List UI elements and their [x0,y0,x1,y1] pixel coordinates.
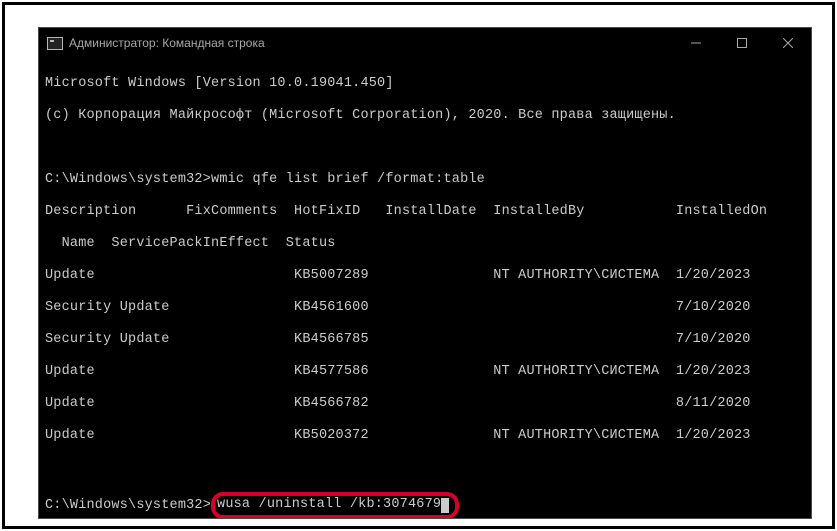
minimize-button[interactable] [673,28,719,58]
table-row: Update KB4566782 8/11/2020 [45,396,805,412]
blank-line [45,348,805,364]
table-header-2: Name ServicePackInEffect Status [45,236,805,252]
blank-line [45,284,805,300]
close-button[interactable] [765,28,811,58]
blank-line [45,140,805,156]
maximize-button[interactable] [719,28,765,58]
cmd-icon [47,37,63,50]
console-area[interactable]: Microsoft Windows [Version 10.0.19041.45… [39,58,811,518]
prompt-line-1: C:\Windows\system32>wmic qfe list brief … [45,172,805,188]
version-line: Microsoft Windows [Version 10.0.19041.45… [45,76,805,92]
prompt-path: C:\Windows\system32> [45,172,211,187]
command-text: wusa /uninstall /kb:3074679 [217,496,441,514]
window-title: Администратор: Командная строка [69,36,265,50]
highlighted-command: wusa /uninstall /kb:3074679 [211,492,459,518]
blank-line [45,460,805,476]
blank-line [45,412,805,428]
table-row: Update KB5020372 NT AUTHORITY\СИСТЕМА 1/… [45,428,805,444]
prompt-line-2: C:\Windows\system32> wusa /uninstall /kb:… [45,492,805,518]
blank-line [45,316,805,332]
prompt-path: C:\Windows\system32> [45,498,211,514]
table-header-1: Description FixComments HotFixID Install… [45,204,805,220]
table-row: Security Update KB4561600 7/10/2020 [45,300,805,316]
copyright-line: (c) Корпорация Майкрософт (Microsoft Cor… [45,108,805,124]
prompt-cmd: wmic qfe list brief /format:table [211,172,485,187]
text-cursor [441,498,449,513]
blank-line [45,380,805,396]
cmd-window: Администратор: Командная строка Microsof… [38,27,812,519]
titlebar: Администратор: Командная строка [39,28,811,58]
table-row: Update KB5007289 NT AUTHORITY\СИСТЕМА 1/… [45,268,805,284]
table-row: Update KB4577586 NT AUTHORITY\СИСТЕМА 1/… [45,364,805,380]
window-controls [673,28,811,58]
table-row: Security Update KB4566785 7/10/2020 [45,332,805,348]
